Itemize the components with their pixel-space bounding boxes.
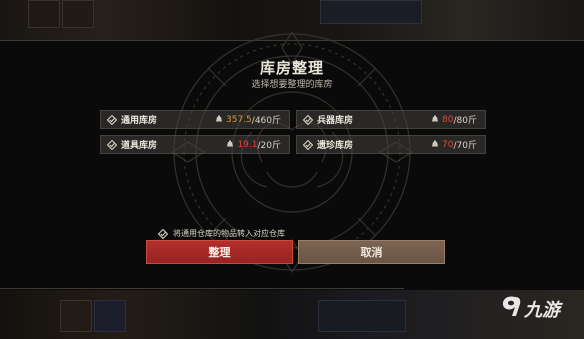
check-diamond-icon (107, 139, 117, 150)
weight-capacity: /460斤 (251, 116, 281, 126)
weight-bag-icon (226, 139, 234, 150)
warehouse-option-general[interactable]: 通用库房 357.5/460斤 (100, 110, 290, 129)
weight-current: 70 (442, 139, 454, 150)
warehouse-option-weapons[interactable]: 兵器库房 80/80斤 (296, 110, 486, 129)
weight-bag-icon (431, 139, 439, 150)
dialog-subtitle: 选择想要整理的库房 (251, 80, 333, 90)
warehouse-name: 通用库房 (121, 116, 158, 126)
nine-game-logo-icon (500, 294, 522, 323)
background-item-frame (62, 0, 94, 28)
background-item-frame (60, 300, 92, 332)
warehouse-name: 兵器库房 (317, 116, 354, 126)
warehouse-weight: 19.1/20斤 (226, 138, 281, 151)
weight-current: 80 (442, 114, 454, 125)
warehouse-option-items[interactable]: 道具库房 19.1/20斤 (100, 135, 290, 154)
check-diamond-icon (157, 228, 169, 239)
weight-capacity: /20斤 (257, 141, 282, 151)
weight-bag-icon (431, 114, 439, 125)
warehouse-weight: 80/80斤 (431, 113, 477, 126)
check-diamond-icon (303, 114, 313, 125)
warehouse-weight: 357.5/460斤 (215, 113, 281, 126)
weight-current: 19.1 (237, 139, 258, 150)
weight-capacity: /80斤 (453, 116, 478, 126)
warehouse-option-treasures[interactable]: 遗珍库房 70/70斤 (296, 135, 486, 154)
watermark: 九游 (500, 294, 560, 323)
check-diamond-icon (107, 114, 117, 125)
dialog-title: 库房整理 (259, 59, 324, 77)
weight-capacity: /70斤 (453, 141, 478, 151)
organize-button[interactable]: 整理 (146, 240, 293, 264)
background-item-frame (28, 0, 60, 28)
weight-current: 357.5 (226, 114, 252, 125)
transfer-option-label: 将通用仓库的物品转入对应仓库 (173, 229, 285, 238)
warehouse-weight: 70/70斤 (431, 138, 477, 151)
watermark-text: 九游 (524, 299, 560, 321)
background-item-frame (318, 300, 406, 332)
warehouse-name: 遗珍库房 (317, 141, 354, 151)
cancel-button[interactable]: 取消 (298, 240, 445, 264)
transfer-option[interactable]: 将通用仓库的物品转入对应仓库 (157, 228, 285, 239)
weight-bag-icon (215, 114, 223, 125)
check-diamond-icon (303, 139, 313, 150)
warehouse-name: 道具库房 (121, 141, 158, 151)
background-item-frame (94, 300, 126, 332)
